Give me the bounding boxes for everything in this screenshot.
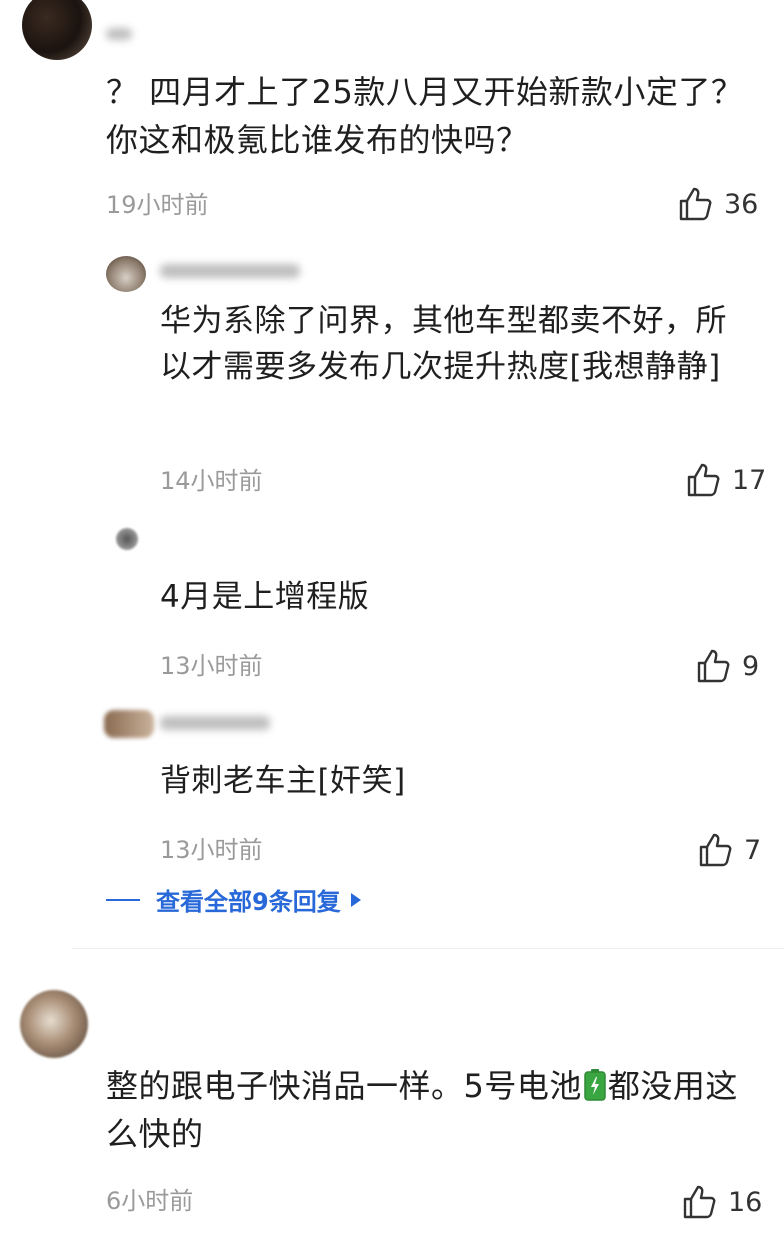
like-button[interactable]: 36 bbox=[678, 186, 758, 222]
reply-time: 14小时前 bbox=[160, 467, 263, 495]
comment-text: 整的跟电子快消品一样。5号电池 都没用这么快的 bbox=[106, 1066, 738, 1153]
comment-divider bbox=[72, 948, 784, 949]
like-count: 9 bbox=[742, 650, 760, 682]
like-count: 17 bbox=[732, 464, 767, 496]
reply-text: 背刺老车主[奸笑] bbox=[160, 763, 406, 799]
like-count: 36 bbox=[724, 188, 759, 220]
avatar[interactable] bbox=[22, 0, 92, 60]
avatar[interactable] bbox=[104, 710, 154, 738]
reply-time: 13小时前 bbox=[160, 836, 263, 864]
like-button[interactable]: 9 bbox=[696, 648, 759, 684]
comment-time: 19小时前 bbox=[106, 191, 209, 219]
username[interactable] bbox=[106, 28, 132, 40]
username[interactable] bbox=[160, 264, 300, 278]
thumbs-up-icon bbox=[686, 462, 722, 498]
comment-text: ？ 四月才上了25款八月又开始新款小定了？你这和极氪比谁发布的快吗？ bbox=[106, 73, 744, 159]
like-count: 7 bbox=[744, 834, 762, 866]
username[interactable] bbox=[160, 716, 270, 730]
battery-icon bbox=[584, 1066, 606, 1101]
thumbs-up-icon bbox=[678, 186, 714, 222]
comment-time: 6小时前 bbox=[106, 1187, 194, 1215]
thumbs-up-icon bbox=[698, 832, 734, 868]
avatar[interactable] bbox=[116, 528, 138, 550]
reply-text: 4月是上增程版 bbox=[160, 579, 370, 615]
thumbs-up-icon bbox=[696, 648, 732, 684]
like-button[interactable]: 16 bbox=[682, 1184, 762, 1220]
reply-time: 13小时前 bbox=[160, 652, 263, 680]
view-all-replies-label: 查看全部9条回复 bbox=[156, 888, 341, 916]
like-count: 16 bbox=[728, 1186, 763, 1218]
like-button[interactable]: 7 bbox=[698, 832, 761, 868]
reply-text: 华为系除了问界，其他车型都卖不好，所以才需要多发布几次提升热度[我想静静] bbox=[160, 303, 727, 385]
caret-right-icon bbox=[350, 892, 361, 907]
view-all-replies-link[interactable]: 查看全部9条回复 bbox=[106, 882, 361, 917]
like-button[interactable]: 17 bbox=[686, 462, 766, 498]
avatar[interactable] bbox=[20, 990, 88, 1058]
thumbs-up-icon bbox=[682, 1184, 718, 1220]
avatar[interactable] bbox=[106, 256, 146, 292]
divider-dash bbox=[106, 898, 140, 901]
